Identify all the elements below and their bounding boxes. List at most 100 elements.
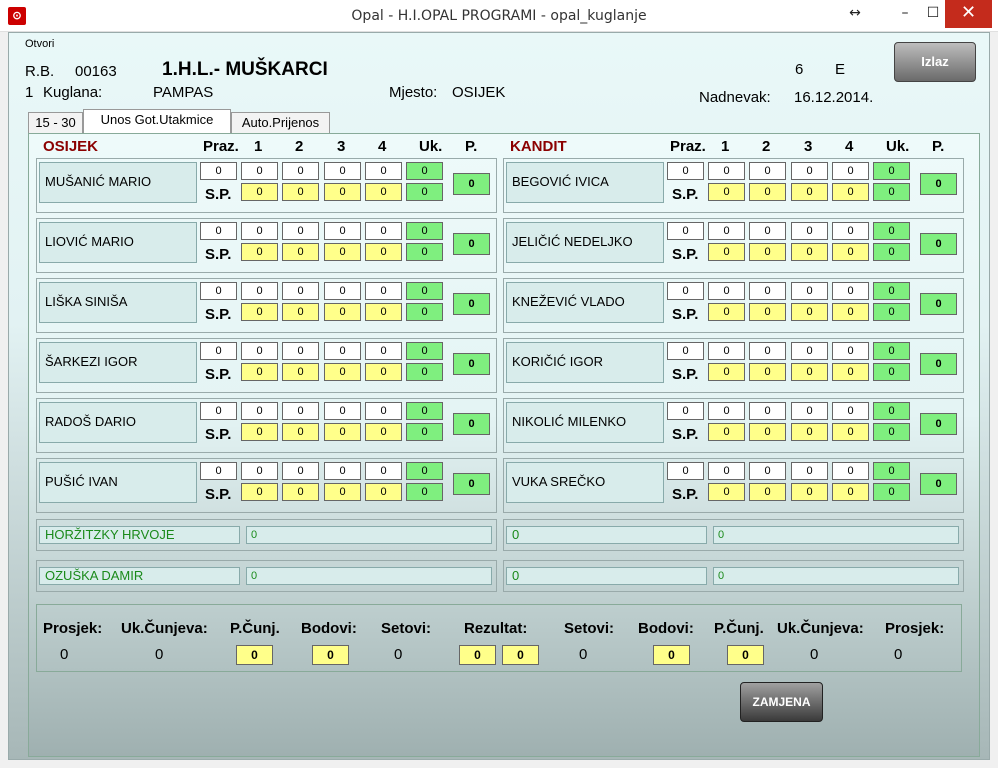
sp-field-1[interactable]: 0 bbox=[708, 423, 745, 441]
throw-field-2[interactable]: 0 bbox=[749, 162, 786, 180]
sp-field-4[interactable]: 0 bbox=[365, 183, 402, 201]
sp-field-4[interactable]: 0 bbox=[832, 363, 869, 381]
sp-field-1[interactable]: 0 bbox=[241, 483, 278, 501]
substitute-name[interactable]: 0 bbox=[506, 526, 707, 544]
throw-field-4[interactable]: 0 bbox=[365, 402, 402, 420]
throw-field-4[interactable]: 0 bbox=[832, 402, 869, 420]
throw-field-3[interactable]: 0 bbox=[324, 282, 361, 300]
throw-field-3[interactable]: 0 bbox=[791, 402, 828, 420]
summary-rez-l[interactable]: 0 bbox=[459, 645, 496, 665]
throw-field-2[interactable]: 0 bbox=[282, 402, 319, 420]
throw-field-2[interactable]: 0 bbox=[749, 282, 786, 300]
tab-unos-got-utakmice[interactable]: Unos Got.Utakmice bbox=[83, 109, 231, 134]
praz-field[interactable]: 0 bbox=[667, 462, 704, 480]
sp-field-1[interactable]: 0 bbox=[708, 183, 745, 201]
throw-field-3[interactable]: 0 bbox=[324, 462, 361, 480]
throw-field-1[interactable]: 0 bbox=[241, 342, 278, 360]
throw-field-3[interactable]: 0 bbox=[791, 282, 828, 300]
throw-field-2[interactable]: 0 bbox=[749, 462, 786, 480]
sp-field-3[interactable]: 0 bbox=[324, 303, 361, 321]
throw-field-2[interactable]: 0 bbox=[282, 462, 319, 480]
sp-field-1[interactable]: 0 bbox=[241, 243, 278, 261]
sp-field-3[interactable]: 0 bbox=[324, 183, 361, 201]
throw-field-3[interactable]: 0 bbox=[791, 342, 828, 360]
sp-field-4[interactable]: 0 bbox=[365, 423, 402, 441]
praz-field[interactable]: 0 bbox=[667, 282, 704, 300]
throw-field-3[interactable]: 0 bbox=[791, 162, 828, 180]
menu-open[interactable]: Otvori bbox=[25, 38, 54, 50]
throw-field-1[interactable]: 0 bbox=[708, 402, 745, 420]
throw-field-1[interactable]: 0 bbox=[708, 342, 745, 360]
sp-field-1[interactable]: 0 bbox=[708, 243, 745, 261]
sp-field-3[interactable]: 0 bbox=[791, 423, 828, 441]
sp-field-2[interactable]: 0 bbox=[282, 423, 319, 441]
sp-field-2[interactable]: 0 bbox=[749, 483, 786, 501]
throw-field-1[interactable]: 0 bbox=[241, 402, 278, 420]
substitute-name[interactable]: 0 bbox=[506, 567, 707, 585]
player-name[interactable]: JELIČIĆ NEDELJKO bbox=[506, 222, 664, 263]
throw-field-1[interactable]: 0 bbox=[708, 222, 745, 240]
praz-field[interactable]: 0 bbox=[200, 462, 237, 480]
praz-field[interactable]: 0 bbox=[200, 402, 237, 420]
sp-field-1[interactable]: 0 bbox=[241, 423, 278, 441]
sp-field-4[interactable]: 0 bbox=[832, 243, 869, 261]
praz-field[interactable]: 0 bbox=[200, 162, 237, 180]
player-name[interactable]: NIKOLIĆ MILENKO bbox=[506, 402, 664, 443]
sp-field-2[interactable]: 0 bbox=[749, 183, 786, 201]
player-name[interactable]: RADOŠ DARIO bbox=[39, 402, 197, 443]
throw-field-3[interactable]: 0 bbox=[324, 162, 361, 180]
sp-field-2[interactable]: 0 bbox=[282, 483, 319, 501]
praz-field[interactable]: 0 bbox=[667, 402, 704, 420]
sp-field-2[interactable]: 0 bbox=[749, 423, 786, 441]
sp-field-4[interactable]: 0 bbox=[365, 483, 402, 501]
sp-field-4[interactable]: 0 bbox=[365, 363, 402, 381]
sp-field-4[interactable]: 0 bbox=[365, 243, 402, 261]
sp-field-3[interactable]: 0 bbox=[324, 483, 361, 501]
throw-field-4[interactable]: 0 bbox=[365, 162, 402, 180]
throw-field-2[interactable]: 0 bbox=[282, 282, 319, 300]
throw-field-1[interactable]: 0 bbox=[708, 462, 745, 480]
summary-pc-l[interactable]: 0 bbox=[236, 645, 273, 665]
praz-field[interactable]: 0 bbox=[200, 342, 237, 360]
throw-field-4[interactable]: 0 bbox=[365, 462, 402, 480]
tab-15-30[interactable]: 15 - 30 bbox=[28, 112, 83, 134]
throw-field-1[interactable]: 0 bbox=[241, 162, 278, 180]
throw-field-4[interactable]: 0 bbox=[365, 222, 402, 240]
sp-field-1[interactable]: 0 bbox=[241, 363, 278, 381]
player-name[interactable]: LIOVIĆ MARIO bbox=[39, 222, 197, 263]
sp-field-3[interactable]: 0 bbox=[791, 483, 828, 501]
sp-field-2[interactable]: 0 bbox=[749, 303, 786, 321]
throw-field-3[interactable]: 0 bbox=[791, 462, 828, 480]
sp-field-3[interactable]: 0 bbox=[791, 243, 828, 261]
summary-bod-l[interactable]: 0 bbox=[312, 645, 349, 665]
player-name[interactable]: MUŠANIĆ MARIO bbox=[39, 162, 197, 203]
throw-field-1[interactable]: 0 bbox=[241, 462, 278, 480]
sp-field-2[interactable]: 0 bbox=[282, 363, 319, 381]
summary-pc-r[interactable]: 0 bbox=[727, 645, 764, 665]
sp-field-1[interactable]: 0 bbox=[241, 303, 278, 321]
sp-field-2[interactable]: 0 bbox=[282, 183, 319, 201]
sp-field-4[interactable]: 0 bbox=[832, 303, 869, 321]
praz-field[interactable]: 0 bbox=[200, 222, 237, 240]
player-name[interactable]: LIŠKA SINIŠA bbox=[39, 282, 197, 323]
sp-field-3[interactable]: 0 bbox=[324, 243, 361, 261]
player-name[interactable]: ŠARKEZI IGOR bbox=[39, 342, 197, 383]
sp-field-3[interactable]: 0 bbox=[324, 363, 361, 381]
throw-field-3[interactable]: 0 bbox=[324, 342, 361, 360]
sp-field-2[interactable]: 0 bbox=[749, 243, 786, 261]
sp-field-1[interactable]: 0 bbox=[708, 303, 745, 321]
sp-field-4[interactable]: 0 bbox=[365, 303, 402, 321]
throw-field-2[interactable]: 0 bbox=[749, 402, 786, 420]
praz-field[interactable]: 0 bbox=[200, 282, 237, 300]
throw-field-3[interactable]: 0 bbox=[324, 222, 361, 240]
exit-button[interactable]: Izlaz bbox=[894, 42, 976, 82]
throw-field-1[interactable]: 0 bbox=[241, 282, 278, 300]
summary-bod-r[interactable]: 0 bbox=[653, 645, 690, 665]
praz-field[interactable]: 0 bbox=[667, 222, 704, 240]
player-name[interactable]: KNEŽEVIĆ VLADO bbox=[506, 282, 664, 323]
sp-field-4[interactable]: 0 bbox=[832, 483, 869, 501]
throw-field-2[interactable]: 0 bbox=[282, 162, 319, 180]
throw-field-3[interactable]: 0 bbox=[791, 222, 828, 240]
throw-field-4[interactable]: 0 bbox=[832, 342, 869, 360]
sp-field-1[interactable]: 0 bbox=[708, 483, 745, 501]
